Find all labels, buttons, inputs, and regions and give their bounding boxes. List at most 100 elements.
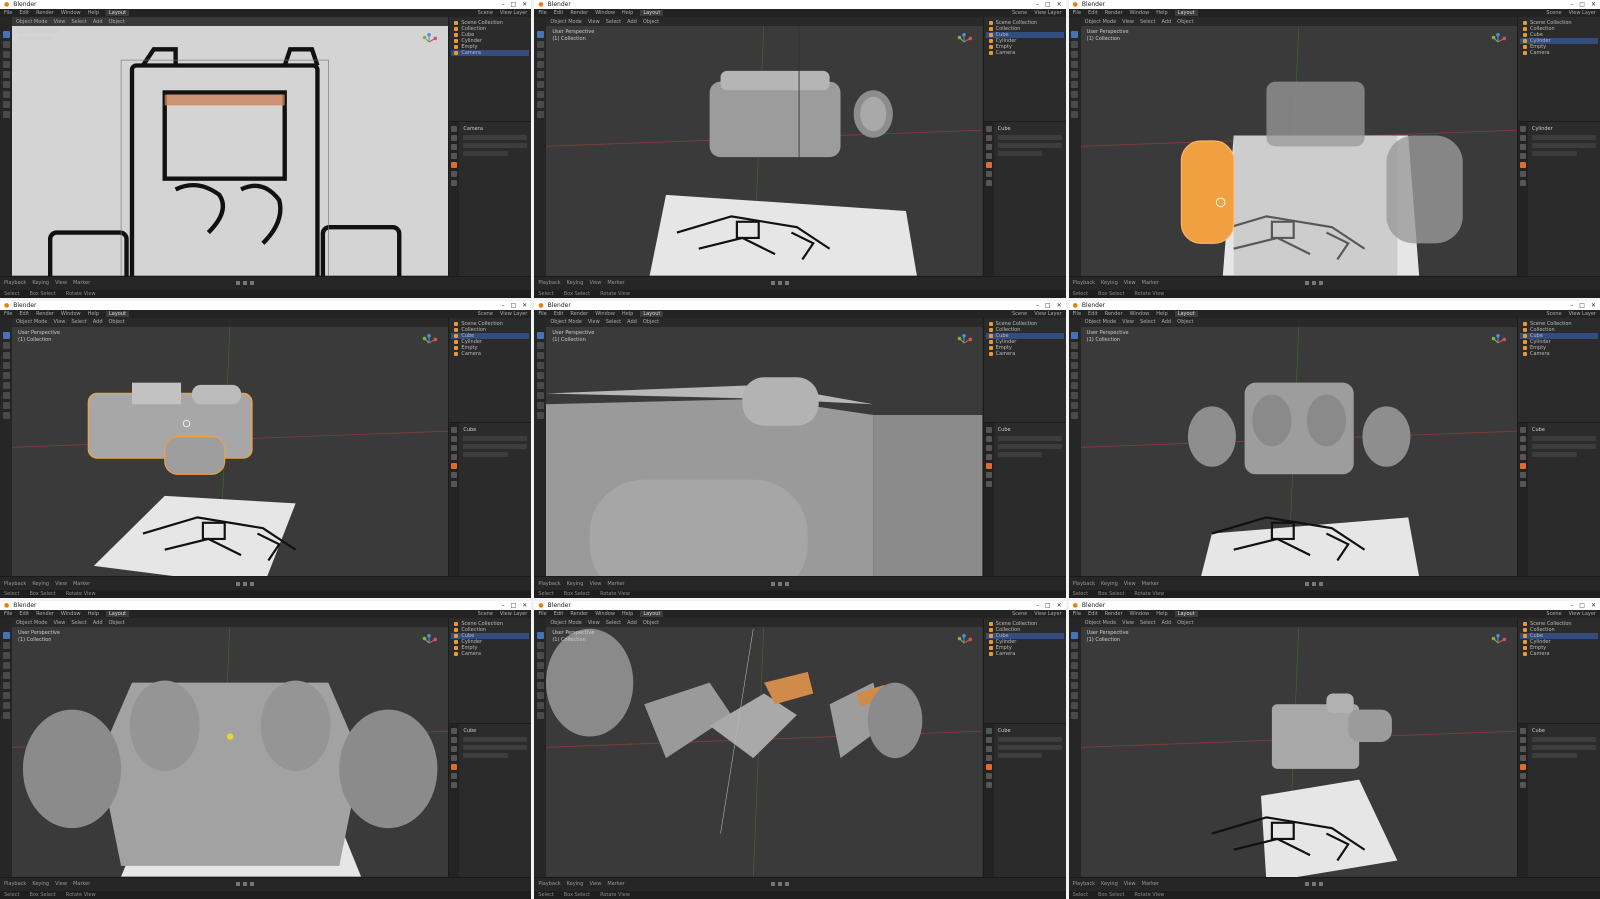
close-icon[interactable]: ✕	[522, 302, 527, 309]
outliner-row[interactable]: Camera	[986, 351, 1064, 357]
property-field[interactable]	[463, 135, 528, 141]
menu-edit[interactable]: Edit	[1088, 611, 1098, 617]
render-tab-icon[interactable]	[1519, 736, 1526, 743]
add-menu[interactable]: Add	[93, 319, 103, 325]
viewport-canvas[interactable]: Object Mode View Select Add Object User …	[546, 317, 983, 577]
property-field[interactable]	[997, 443, 1062, 449]
add-cube-tool-icon[interactable]	[536, 712, 544, 720]
transform-tool-icon[interactable]	[536, 81, 544, 88]
view-layer-selector[interactable]: View Layer	[1569, 311, 1596, 317]
object-menu[interactable]: Object	[1177, 19, 1193, 25]
select-box-tool-icon[interactable]	[536, 331, 544, 339]
menu-render[interactable]: Render	[1105, 10, 1123, 16]
viewport-canvas[interactable]: Object Mode View Select Add Object User …	[12, 317, 449, 577]
object-tab-icon[interactable]	[1519, 162, 1526, 169]
play-icon[interactable]	[1311, 882, 1316, 887]
modifier-tab-icon[interactable]	[985, 471, 992, 478]
view-menu[interactable]: View	[1122, 620, 1134, 626]
keying-menu[interactable]: Keying	[32, 581, 49, 587]
scene-selector[interactable]: Scene	[1012, 311, 1027, 317]
3d-viewport[interactable]: Object Mode View Select Add Object User …	[0, 317, 449, 577]
object-menu[interactable]: Object	[1177, 620, 1193, 626]
workspace-tab-layout[interactable]: Layout	[1174, 310, 1198, 317]
maximize-icon[interactable]: □	[511, 302, 517, 309]
keying-menu[interactable]: Keying	[1101, 581, 1118, 587]
menu-edit[interactable]: Edit	[1088, 10, 1098, 16]
tool-tab-icon[interactable]	[1519, 126, 1526, 133]
menu-window[interactable]: Window	[1130, 311, 1150, 317]
transform-tool-icon[interactable]	[1071, 682, 1079, 690]
object-menu[interactable]: Object	[643, 319, 659, 325]
measure-tool-icon[interactable]	[2, 101, 10, 108]
property-field[interactable]	[1531, 736, 1596, 742]
property-field[interactable]	[463, 143, 528, 149]
view-layer-selector[interactable]: View Layer	[1034, 10, 1061, 16]
keying-menu[interactable]: Keying	[32, 881, 49, 887]
jump-start-icon[interactable]	[770, 581, 775, 586]
scene-tab-icon[interactable]	[1519, 754, 1526, 761]
workspace-tab-layout[interactable]: Layout	[1174, 611, 1198, 618]
object-menu[interactable]: Object	[643, 19, 659, 25]
3d-viewport[interactable]: Object Mode View Select Add Object User …	[1068, 317, 1517, 577]
add-menu[interactable]: Add	[627, 19, 637, 25]
menu-file[interactable]: File	[538, 10, 546, 16]
measure-tool-icon[interactable]	[1071, 702, 1079, 710]
play-icon[interactable]	[1311, 281, 1316, 286]
menu-file[interactable]: File	[4, 311, 12, 317]
menu-file[interactable]: File	[1073, 611, 1081, 617]
select-box-tool-icon[interactable]	[1071, 31, 1079, 38]
outliner-row[interactable]: Camera	[451, 351, 529, 357]
workspace-tab-layout[interactable]: Layout	[106, 611, 129, 618]
jump-start-icon[interactable]	[770, 882, 775, 887]
transform-tool-icon[interactable]	[2, 682, 10, 690]
scale-tool-icon[interactable]	[1071, 371, 1079, 379]
render-tab-icon[interactable]	[985, 135, 992, 142]
rotate-tool-icon[interactable]	[1071, 662, 1079, 670]
rotate-tool-icon[interactable]	[536, 61, 544, 68]
menu-help[interactable]: Help	[622, 311, 633, 317]
annotate-tool-icon[interactable]	[536, 91, 544, 98]
3d-viewport[interactable]: Object Mode View Select Add Object User …	[534, 618, 983, 877]
scene-tab-icon[interactable]	[985, 453, 992, 460]
minimize-icon[interactable]: –	[1036, 302, 1039, 309]
maximize-icon[interactable]: □	[1579, 602, 1585, 609]
menu-edit[interactable]: Edit	[19, 311, 29, 317]
scale-tool-icon[interactable]	[536, 71, 544, 78]
outliner-row[interactable]: Camera	[986, 50, 1064, 56]
rotate-tool-icon[interactable]	[2, 61, 10, 68]
viewport-canvas[interactable]: Object Mode View Select Add Object User …	[1080, 17, 1517, 276]
material-tab-icon[interactable]	[1519, 180, 1526, 187]
select-box-tool-icon[interactable]	[536, 31, 544, 38]
view-menu[interactable]: View	[54, 620, 66, 626]
jump-end-icon[interactable]	[784, 281, 789, 286]
select-box-tool-icon[interactable]	[1071, 632, 1079, 640]
menu-window[interactable]: Window	[61, 10, 81, 16]
object-tab-icon[interactable]	[985, 462, 992, 469]
modifier-tab-icon[interactable]	[1519, 772, 1526, 779]
marker-menu[interactable]: Marker	[73, 280, 90, 286]
view-menu[interactable]: View	[588, 19, 600, 25]
output-tab-icon[interactable]	[451, 745, 458, 752]
mode-selector[interactable]: Object Mode	[1085, 319, 1117, 325]
menu-file[interactable]: File	[4, 611, 12, 617]
modifier-tab-icon[interactable]	[451, 171, 458, 178]
output-tab-icon[interactable]	[1519, 444, 1526, 451]
marker-menu[interactable]: Marker	[607, 581, 624, 587]
jump-start-icon[interactable]	[236, 281, 241, 286]
property-field[interactable]	[1531, 143, 1596, 149]
menu-window[interactable]: Window	[595, 311, 615, 317]
maximize-icon[interactable]: □	[1579, 1, 1585, 8]
render-tab-icon[interactable]	[985, 435, 992, 442]
render-tab-icon[interactable]	[1519, 135, 1526, 142]
close-icon[interactable]: ✕	[1591, 302, 1596, 309]
menu-help[interactable]: Help	[1156, 311, 1167, 317]
object-tab-icon[interactable]	[451, 462, 458, 469]
menu-help[interactable]: Help	[88, 10, 99, 16]
annotate-tool-icon[interactable]	[2, 391, 10, 399]
measure-tool-icon[interactable]	[536, 101, 544, 108]
property-field[interactable]	[463, 443, 528, 449]
scene-selector[interactable]: Scene	[1012, 10, 1027, 16]
jump-start-icon[interactable]	[1304, 581, 1309, 586]
scale-tool-icon[interactable]	[2, 71, 10, 78]
playback-menu[interactable]: Playback	[538, 581, 560, 587]
